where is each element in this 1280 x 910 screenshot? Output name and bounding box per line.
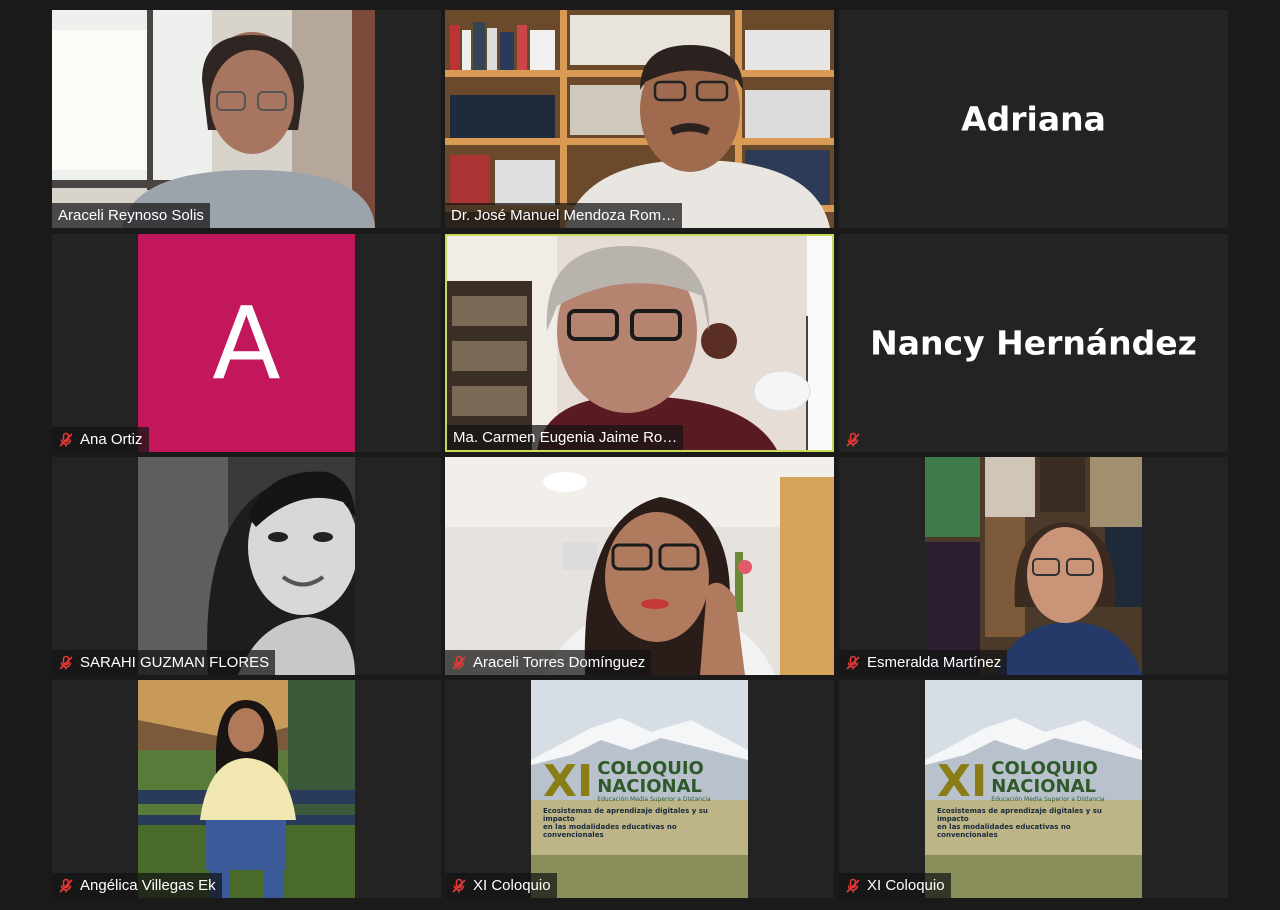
participant-tile-esmeralda-martinez[interactable]: Esmeralda Martínez bbox=[839, 457, 1228, 675]
participant-name-tag: XI Coloquio bbox=[839, 873, 951, 898]
participant-tile-nancy-hernandez[interactable]: Nancy Hernández bbox=[839, 234, 1228, 452]
participant-name-tag: SARAHI GUZMAN FLORES bbox=[52, 650, 276, 675]
participant-name: Araceli Torres Domínguez bbox=[473, 654, 646, 671]
poster-desc1: Ecosistemas de aprendizaje digitales y s… bbox=[937, 807, 1102, 823]
participant-tile-araceli-reynoso[interactable]: Araceli Reynoso Solis bbox=[52, 10, 441, 228]
participant-name-tag: Angélica Villegas Ek bbox=[52, 873, 222, 898]
poster-numeral: XI bbox=[937, 755, 988, 807]
participant-display-name: Nancy Hernández bbox=[870, 323, 1197, 363]
participant-name: Angélica Villegas Ek bbox=[80, 877, 216, 894]
participant-name-tag: Esmeralda Martínez bbox=[839, 650, 1008, 675]
coloquio-poster: XI COLOQUIO NACIONAL Educación Media Sup… bbox=[925, 680, 1142, 898]
participant-video bbox=[925, 457, 1142, 675]
participant-tile-xi-coloquio-1[interactable]: XI COLOQUIO NACIONAL Educación Media Sup… bbox=[445, 680, 834, 898]
poster-desc2: en las modalidades educativas no convenc… bbox=[543, 823, 677, 839]
participant-name: Ma. Carmen Eugenia Jaime Ro… bbox=[453, 429, 678, 446]
participant-video bbox=[447, 236, 832, 450]
mic-muted-icon bbox=[58, 878, 74, 894]
coloquio-poster: XI COLOQUIO NACIONAL Educación Media Sup… bbox=[531, 680, 748, 898]
participant-video bbox=[52, 10, 375, 228]
poster-desc1: Ecosistemas de aprendizaje digitales y s… bbox=[543, 807, 708, 823]
poster-line2: NACIONAL bbox=[991, 776, 1096, 797]
mic-muted-icon bbox=[845, 878, 861, 894]
mic-muted-icon bbox=[451, 878, 467, 894]
participant-tile-sarahi-guzman[interactable]: SARAHI GUZMAN FLORES bbox=[52, 457, 441, 675]
participant-name-tag: Dr. José Manuel Mendoza Rom… bbox=[445, 203, 683, 228]
participant-tile-ma-carmen[interactable]: Ma. Carmen Eugenia Jaime Ro… bbox=[445, 234, 834, 452]
mic-muted-icon bbox=[58, 432, 74, 448]
participant-tile-xi-coloquio-2[interactable]: XI COLOQUIO NACIONAL Educación Media Sup… bbox=[839, 680, 1228, 898]
participant-name: Ana Ortiz bbox=[80, 431, 143, 448]
participant-display-name: Adriana bbox=[961, 99, 1106, 139]
mic-muted-icon bbox=[845, 432, 861, 448]
participant-name-tag: Araceli Reynoso Solis bbox=[52, 203, 210, 228]
participant-video bbox=[445, 457, 834, 675]
poster-subtitle: Educación Media Superior a Distancia bbox=[991, 796, 1105, 803]
participant-name-tag: Araceli Torres Domínguez bbox=[445, 650, 652, 675]
mic-muted-icon bbox=[845, 655, 861, 671]
mic-muted-icon bbox=[58, 655, 74, 671]
participant-video bbox=[445, 10, 834, 228]
participant-tile-adriana[interactable]: Adriana bbox=[839, 10, 1228, 228]
poster-line2: NACIONAL bbox=[597, 776, 702, 797]
participant-tile-angelica-villegas[interactable]: Angélica Villegas Ek bbox=[52, 680, 441, 898]
poster-text: XI COLOQUIO NACIONAL Educación Media Sup… bbox=[937, 755, 1132, 839]
participant-name: SARAHI GUZMAN FLORES bbox=[80, 654, 270, 671]
participant-name-tag bbox=[839, 427, 867, 452]
participant-name-tag: Ma. Carmen Eugenia Jaime Ro… bbox=[447, 425, 684, 450]
avatar: A bbox=[138, 234, 355, 452]
participant-name-tag: Ana Ortiz bbox=[52, 427, 149, 452]
participant-name: XI Coloquio bbox=[867, 877, 945, 894]
participant-tile-ana-ortiz[interactable]: A Ana Ortiz bbox=[52, 234, 441, 452]
poster-numeral: XI bbox=[543, 755, 594, 807]
participant-tile-jose-manuel[interactable]: Dr. José Manuel Mendoza Rom… bbox=[445, 10, 834, 228]
poster-desc2: en las modalidades educativas no convenc… bbox=[937, 823, 1071, 839]
poster-text: XI COLOQUIO NACIONAL Educación Media Sup… bbox=[543, 755, 738, 839]
poster-subtitle: Educación Media Superior a Distancia bbox=[597, 796, 711, 803]
participant-video bbox=[138, 680, 355, 898]
participant-name: Araceli Reynoso Solis bbox=[58, 207, 204, 224]
participant-tile-araceli-torres[interactable]: Araceli Torres Domínguez bbox=[445, 457, 834, 675]
participant-name-tag: XI Coloquio bbox=[445, 873, 557, 898]
participant-video bbox=[138, 457, 355, 675]
avatar-letter: A bbox=[212, 284, 281, 402]
mic-muted-icon bbox=[451, 655, 467, 671]
participant-name: XI Coloquio bbox=[473, 877, 551, 894]
participant-name: Dr. José Manuel Mendoza Rom… bbox=[451, 207, 677, 224]
participant-name: Esmeralda Martínez bbox=[867, 654, 1002, 671]
